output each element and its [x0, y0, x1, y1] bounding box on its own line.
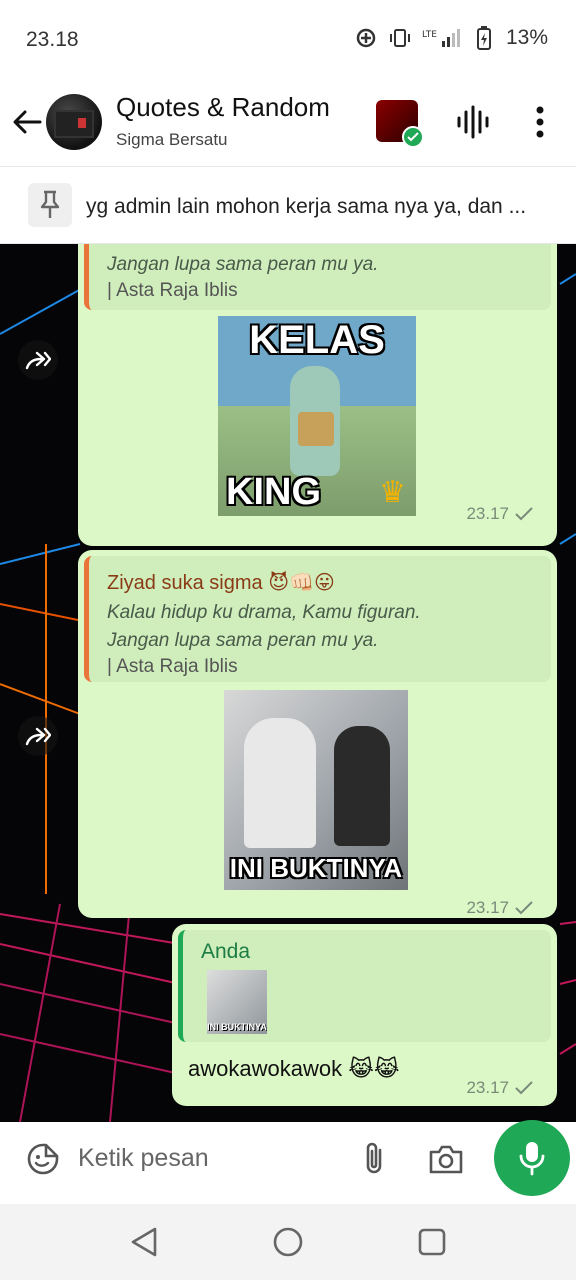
quote-text-line-1: Kalau hidup ku drama, Kamu figuran. — [107, 602, 421, 623]
quote-text-line-2: Jangan lupa sama peran mu ya. — [107, 630, 379, 651]
reply-quote[interactable]: Jangan lupa sama peran mu ya. | Asta Raj… — [84, 244, 551, 310]
voice-record-button[interactable] — [494, 1120, 570, 1196]
signal-icon: LTE — [422, 26, 462, 50]
forward-icon — [25, 351, 51, 370]
nav-back-button[interactable] — [124, 1224, 164, 1260]
status-icons: LTE 13% — [354, 26, 548, 50]
more-options-button[interactable] — [530, 104, 550, 140]
chat-header: Quotes & Random Sigma Bersatu — [0, 80, 576, 166]
reply-quote[interactable]: Ziyad suka sigma 😈👊🏻😛 Kalau hidup ku dra… — [84, 556, 551, 682]
message-input-bar[interactable]: Ketik pesan — [10, 1122, 486, 1196]
quote-subtext: | Asta Raja Iblis — [107, 280, 238, 301]
check-icon — [515, 1081, 533, 1095]
forward-icon — [25, 727, 51, 746]
battery-icon — [472, 26, 496, 50]
message-input[interactable]: Ketik pesan — [78, 1144, 209, 1173]
group-title[interactable]: Quotes & Random — [116, 92, 330, 123]
message-time: 23.17 — [466, 504, 533, 524]
pin-icon — [28, 183, 72, 227]
status-time: 23.18 — [26, 28, 79, 51]
message-text: awokawokawok 😹😹 — [188, 1056, 400, 1081]
quote-text: Jangan lupa sama peran mu ya. — [107, 254, 379, 275]
quote-author: Ziyad suka sigma 😈👊🏻😛 — [107, 572, 335, 594]
sticker-caption: INI BUKTINYA — [229, 853, 403, 883]
waveform-icon — [457, 105, 489, 139]
message-time: 23.17 — [466, 1078, 533, 1098]
chat-area[interactable]: Jangan lupa sama peran mu ya. | Asta Raj… — [0, 244, 576, 1122]
system-nav-bar — [0, 1204, 576, 1280]
member-avatar[interactable] — [376, 100, 424, 148]
quote-thumbnail: INI BUKTINYA — [207, 970, 267, 1034]
nav-recents-button[interactable] — [412, 1224, 452, 1260]
message-time: 23.17 — [466, 898, 533, 918]
check-icon — [515, 507, 533, 521]
message-bubble[interactable]: Ziyad suka sigma 😈👊🏻😛 Kalau hidup ku dra… — [78, 550, 557, 918]
mic-icon — [519, 1142, 545, 1176]
check-icon — [402, 126, 424, 148]
sticker-image[interactable]: KELAS KING ♛ — [218, 316, 416, 516]
attach-button[interactable] — [360, 1140, 388, 1178]
pinned-message-bar[interactable]: yg admin lain mohon kerja sama nya ya, d… — [0, 166, 576, 244]
emoji-icon — [27, 1143, 59, 1175]
forward-button[interactable] — [18, 716, 58, 756]
back-arrow-icon — [13, 110, 42, 134]
nav-home-icon — [273, 1227, 303, 1257]
check-icon — [515, 901, 533, 915]
vibrate-icon — [388, 26, 412, 50]
nav-back-icon — [131, 1227, 157, 1257]
status-bar: 23.18 LTE 13% — [0, 0, 576, 80]
camera-icon — [429, 1145, 463, 1174]
back-button[interactable] — [10, 102, 44, 142]
nav-home-button[interactable] — [268, 1224, 308, 1260]
emoji-button[interactable] — [26, 1142, 60, 1176]
pinned-text: yg admin lain mohon kerja sama nya ya, d… — [86, 195, 527, 218]
reply-quote[interactable]: Anda INI BUKTINYA — [178, 930, 551, 1042]
sticker-caption-top: KELAS — [249, 318, 385, 362]
sticker-caption-bottom: KING — [226, 471, 321, 513]
svg-text:LTE: LTE — [422, 30, 437, 40]
crown-icon: ♛ — [379, 476, 406, 509]
attach-icon — [366, 1142, 382, 1174]
sticker-image[interactable]: INI BUKTINYA — [224, 690, 408, 890]
nav-recents-icon — [418, 1228, 446, 1256]
camera-button[interactable] — [428, 1142, 464, 1176]
voice-chat-button[interactable] — [456, 104, 490, 140]
group-avatar[interactable] — [46, 94, 102, 150]
group-subtitle[interactable]: Sigma Bersatu — [116, 130, 228, 150]
quote-author: Anda — [201, 940, 251, 963]
forward-button[interactable] — [18, 340, 58, 380]
message-bubble-outgoing[interactable]: Anda INI BUKTINYA awokawokawok 😹😹 23.17 — [172, 924, 557, 1106]
message-bubble[interactable]: Jangan lupa sama peran mu ya. | Asta Raj… — [78, 244, 557, 546]
more-vert-icon — [536, 106, 544, 138]
data-saver-icon — [354, 26, 378, 50]
battery-percent: 13% — [505, 26, 548, 49]
quote-subtext: | Asta Raja Iblis — [107, 656, 238, 677]
